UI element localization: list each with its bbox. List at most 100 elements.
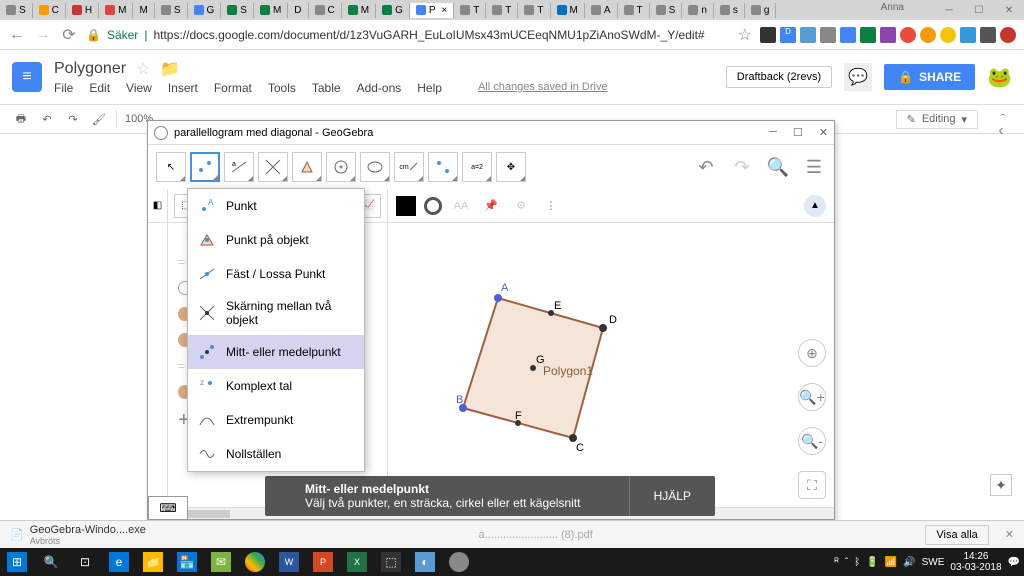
dropdown-item-fast-lossa[interactable]: Fäst / Lossa Punkt [188,257,364,291]
window-minimize[interactable]: ─ [934,0,964,20]
explore-collapse-icon[interactable]: ‹ [990,120,1012,142]
docs-logo-icon[interactable]: ≡ [12,62,42,92]
taskbar-app[interactable]: ⬚ [374,548,408,576]
task-view-icon[interactable]: ⊡ [68,548,102,576]
close-icon[interactable]: ✕ [1005,528,1014,541]
window-maximize[interactable]: ☐ [964,0,994,20]
taskbar-app[interactable]: 🏪 [170,548,204,576]
search-icon[interactable]: 🔍 [766,155,790,179]
browser-tab[interactable]: M [342,3,376,18]
bluetooth-icon[interactable]: ᛒ [854,557,860,568]
dropdown-item-mittpunkt[interactable]: Mitt- eller medelpunkt [188,335,364,369]
notifications-icon[interactable]: 💬 [1008,557,1020,568]
nav-reload[interactable]: ⟳ [60,26,78,44]
menu-format[interactable]: Format [214,81,252,95]
polygon-tool[interactable] [292,152,322,182]
browser-tab[interactable]: S [0,3,33,18]
taskbar-app[interactable]: P [306,548,340,576]
taskbar-app[interactable]: e [102,548,136,576]
fullscreen-icon[interactable]: ⛶ [798,471,826,499]
pin-icon[interactable]: 📌 [480,195,502,217]
extension-icon[interactable] [800,27,816,43]
download-item[interactable]: 📄 GeoGebra-Windo....exe Avbröts [10,524,146,546]
browser-tab[interactable]: s [714,3,745,18]
move-tool[interactable]: ↖ [156,152,186,182]
browser-tab[interactable]: H [66,3,99,18]
menu-edit[interactable]: Edit [89,81,110,95]
user-avatar[interactable]: 🐸 [987,65,1012,90]
browser-tab[interactable]: P × [410,3,454,18]
extension-icon[interactable] [760,27,776,43]
star-icon[interactable]: ☆ [738,25,752,45]
virtual-keyboard-icon[interactable]: ⌨ [148,496,188,520]
browser-tab[interactable]: G [188,3,222,18]
line-tool[interactable]: a [224,152,254,182]
vertex-c[interactable] [569,434,577,442]
browser-tab[interactable]: C [309,3,342,18]
extension-icon[interactable]: D [780,27,796,43]
redo-icon[interactable]: ↷ [730,155,754,179]
perpendicular-tool[interactable] [258,152,288,182]
search-icon[interactable]: 🔍 [34,548,68,576]
dropdown-item-punkt-pa-objekt[interactable]: Punkt på objekt [188,223,364,257]
vertex-d[interactable] [599,324,607,332]
redo-icon[interactable]: ↷ [64,110,82,128]
volume-icon[interactable]: 🔊 [903,557,915,568]
browser-tab[interactable]: S [650,3,683,18]
taskbar-app[interactable]: W [272,548,306,576]
browser-tab[interactable]: T [486,3,518,18]
browser-tab[interactable]: S [155,3,188,18]
extension-icon[interactable] [840,27,856,43]
language-indicator[interactable]: SWE [922,557,945,568]
move-graphics-tool[interactable]: ✥ [496,152,526,182]
extension-icon[interactable] [860,27,876,43]
browser-tab[interactable]: T [618,3,650,18]
ellipse-tool[interactable] [360,152,390,182]
vertex-a[interactable] [494,294,502,302]
more-icon[interactable]: ⋮ [540,195,562,217]
systray-chevron-icon[interactable]: ˆ [845,557,848,568]
taskbar-app[interactable] [442,548,476,576]
browser-tab[interactable]: M [133,3,154,18]
zoom-in-icon[interactable]: 🔍+ [798,383,826,411]
extension-icon[interactable] [900,27,916,43]
menu-help[interactable]: Help [417,81,442,95]
window-close[interactable]: ✕ [819,126,828,139]
extension-icon[interactable] [960,27,976,43]
zoom-out-icon[interactable]: 🔍- [798,427,826,455]
document-title[interactable]: Polygoner [54,60,126,78]
browser-tab[interactable]: n [682,3,714,18]
taskbar-app[interactable]: ◐ [408,548,442,576]
clock-date[interactable]: 03-03-2018 [950,562,1001,573]
browser-tab[interactable]: M [551,3,585,18]
share-button[interactable]: 🔒SHARE [884,64,975,90]
browser-tab[interactable]: g [745,3,777,18]
extension-icon[interactable] [820,27,836,43]
menu-insert[interactable]: Insert [168,81,198,95]
browser-tab[interactable]: M [99,3,133,18]
menu-tools[interactable]: Tools [268,81,296,95]
extension-icon[interactable] [880,27,896,43]
circle-tool[interactable] [326,152,356,182]
browser-tab[interactable]: T [518,3,550,18]
fill-color[interactable] [396,196,416,216]
dropdown-item-nollstallen[interactable]: Nollställen [188,437,364,471]
browser-tab[interactable]: D [288,3,308,18]
style-badge[interactable]: ▲ [804,195,826,217]
battery-icon[interactable]: 🔋 [866,557,878,568]
extension-icon[interactable] [980,27,996,43]
browser-tab[interactable]: C [33,3,66,18]
taskbar-app[interactable] [238,548,272,576]
slider-tool[interactable]: a=2 [462,152,492,182]
browser-tab[interactable]: A [585,3,618,18]
point-tool[interactable] [190,152,220,182]
browser-tab[interactable]: G [376,3,410,18]
folder-icon[interactable]: 📁 [160,59,180,79]
wifi-icon[interactable]: 📶 [885,557,897,568]
undo-icon[interactable]: ↶ [694,155,718,179]
menu-file[interactable]: File [54,81,73,95]
browser-tab[interactable]: T [454,3,486,18]
extension-icon[interactable] [1000,27,1016,43]
paint-format-icon[interactable]: 🖌 [90,110,108,128]
star-icon[interactable]: ☆ [136,59,150,79]
